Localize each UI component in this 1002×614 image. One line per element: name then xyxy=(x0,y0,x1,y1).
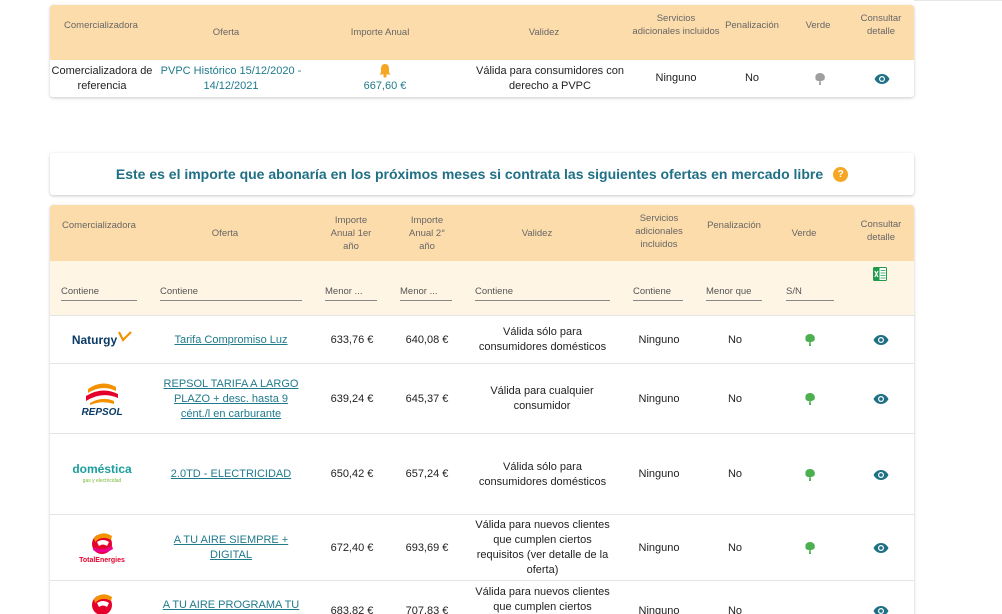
view-detail-eye-icon[interactable] xyxy=(867,515,895,581)
excel-export-icon[interactable] xyxy=(873,267,887,286)
header-company: Comercializadora xyxy=(62,219,136,231)
filter-offer[interactable]: Contiene xyxy=(160,283,302,301)
tree-green-icon xyxy=(798,515,822,581)
validity-text: Válida para nuevos clientes que cumplen … xyxy=(475,586,610,613)
penalty-text: No xyxy=(744,72,760,84)
table-row: A TU AIRE PROGRAMA TU 683,82 € 707,83 € … xyxy=(50,580,914,614)
services-text: Ninguno xyxy=(638,541,680,554)
filter-green[interactable]: S/N xyxy=(786,283,834,301)
header-amount-year2: Importe Anual 2° año xyxy=(408,214,446,252)
top-divider xyxy=(914,0,1002,1)
table-row: Comercializadora de referencia PVPC Hist… xyxy=(50,60,914,97)
services-text: Ninguno xyxy=(638,468,680,480)
market-offers-title: Este es el importe que abonaría en los p… xyxy=(50,153,914,195)
filter-amount-year2[interactable]: Menor ... xyxy=(400,283,452,301)
amount-year2: 640,08 € xyxy=(405,333,449,346)
validity-text: Válida sólo para consumidores domésticos xyxy=(478,326,607,353)
services-text: Ninguno xyxy=(638,604,680,614)
offer-link[interactable]: Tarifa Compromiso Luz xyxy=(160,316,302,364)
table-header: Comercializadora Oferta Importe Anual Va… xyxy=(50,5,914,60)
amount-year1: 633,76 € xyxy=(330,333,374,346)
header-detail: Consultar detalle xyxy=(860,219,902,243)
amount-year2: 707,83 € xyxy=(405,604,449,614)
amount-year2: 657,24 € xyxy=(405,468,449,480)
tree-green-icon xyxy=(798,364,822,434)
naturgy-logo: Naturgy xyxy=(56,316,148,364)
filter-company[interactable]: Contiene xyxy=(61,283,137,301)
view-detail-eye-icon[interactable] xyxy=(867,434,895,515)
penalty-text: No xyxy=(727,392,743,405)
offer-link[interactable]: REPSOL TARIFA A LARGO PLAZO + desc. hast… xyxy=(158,364,304,434)
market-offers-table: Comercializadora Oferta Importe Anual 1e… xyxy=(50,205,914,614)
validity-text: Válida sólo para consumidores domésticos xyxy=(478,460,607,488)
services-text: Ninguno xyxy=(638,333,680,346)
market-offers-title-text: Este es el importe que abonaría en los p… xyxy=(115,166,824,182)
view-detail-eye-icon[interactable] xyxy=(867,316,895,364)
header-offer: Oferta xyxy=(211,227,239,239)
table-row: TotalEnergies A TU AIRE SIEMPRE + DIGITA… xyxy=(50,514,914,580)
penalty-text: No xyxy=(727,468,743,480)
tree-green-icon xyxy=(798,434,822,515)
filter-row: Contiene Contiene Menor ... Menor ... Co… xyxy=(50,261,914,315)
tree-green-icon xyxy=(798,316,822,364)
company-name: Comercializadora de referencia xyxy=(51,64,153,92)
tree-gray-icon xyxy=(806,60,834,97)
filter-amount-year1[interactable]: Menor ... xyxy=(325,283,377,301)
validity-text: Válida para nuevos clientes que cumplen … xyxy=(475,519,610,576)
view-detail-eye-icon[interactable] xyxy=(868,60,896,97)
services-text: Ninguno xyxy=(638,392,680,405)
table-header: Comercializadora Oferta Importe Anual 1e… xyxy=(50,205,914,261)
header-penalty: Penalización xyxy=(707,219,761,231)
penalty-text: No xyxy=(727,604,743,614)
amount-year2: 645,37 € xyxy=(405,392,449,405)
header-green: Verde xyxy=(805,19,831,31)
header-services: Servicios adicionales incluidos xyxy=(632,13,720,37)
repsol-logo: REPSOL xyxy=(56,364,148,434)
filter-validity[interactable]: Contiene xyxy=(475,283,610,301)
table-row: doméstica gas y electricidad 2.0TD - ELE… xyxy=(50,433,914,514)
reference-offer-table: Comercializadora Oferta Importe Anual Va… xyxy=(50,5,914,97)
totalenergies-logo xyxy=(56,591,148,614)
amount-year1: 683,82 € xyxy=(330,604,374,614)
penalty-text: No xyxy=(727,333,743,346)
header-validity: Validez xyxy=(528,27,560,38)
header-offer: Oferta xyxy=(212,27,240,38)
amount-year1: 672,40 € xyxy=(330,541,374,554)
header-penalty: Penalización xyxy=(725,19,779,31)
header-company: Comercializadora xyxy=(64,19,138,31)
table-row: Naturgy Tarifa Compromiso Luz 633,76 € 6… xyxy=(50,315,914,363)
amount-year1: 639,24 € xyxy=(330,392,374,405)
header-detail: Consultar detalle xyxy=(860,13,902,37)
amount-year1: 650,42 € xyxy=(330,468,374,480)
amount-year2: 693,69 € xyxy=(405,541,449,554)
filter-services[interactable]: Contiene xyxy=(633,283,683,301)
totalenergies-logo: TotalEnergies xyxy=(56,515,148,581)
services-text: Ninguno xyxy=(655,72,697,84)
help-icon[interactable]: ? xyxy=(833,166,849,182)
validity-text: Válida para cualquier consumidor xyxy=(490,385,594,412)
annual-amount: 667,60 € xyxy=(363,80,407,92)
filter-penalty[interactable]: Menor que xyxy=(706,283,762,301)
header-validity: Validez xyxy=(521,227,553,239)
header-amount-year1: Importe Anual 1er año xyxy=(330,214,372,252)
annual-amount-cell: 667,60 € xyxy=(340,60,430,97)
view-detail-eye-icon[interactable] xyxy=(867,364,895,434)
offer-link[interactable]: A TU AIRE SIEMPRE + DIGITAL xyxy=(168,515,294,581)
header-green: Verde xyxy=(791,227,817,239)
offer-link[interactable]: 2.0TD - ELECTRICIDAD xyxy=(160,434,302,515)
offer-link[interactable]: A TU AIRE PROGRAMA TU xyxy=(160,595,302,614)
penalty-text: No xyxy=(727,541,743,554)
bell-icon xyxy=(379,64,391,78)
market-offers-title-card: Este es el importe que abonaría en los p… xyxy=(50,153,914,195)
view-detail-eye-icon[interactable] xyxy=(867,603,895,614)
offer-link[interactable]: PVPC Histórico 15/12/2020 - 14/12/2021 xyxy=(160,60,302,97)
domestica-logo: doméstica gas y electricidad xyxy=(72,461,132,484)
header-annual-amount: Importe Anual xyxy=(350,27,410,38)
validity-text: Válida para consumidores con derecho a P… xyxy=(476,64,624,92)
header-services: Servicios adicionales incluidos xyxy=(635,212,683,250)
table-row: REPSOL REPSOL TARIFA A LARGO PLAZO + des… xyxy=(50,363,914,433)
